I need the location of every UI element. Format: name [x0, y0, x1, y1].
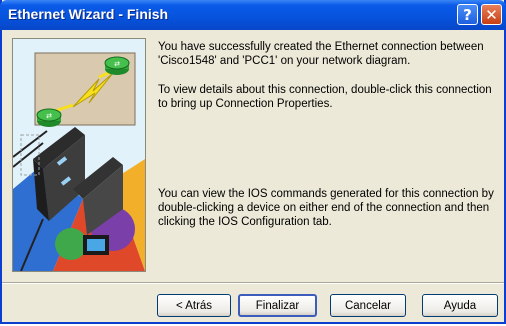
ios-commands-hint: You can view the IOS commands generated …	[158, 188, 494, 228]
back-button[interactable]: < Atrás	[157, 294, 231, 317]
network-illustration: ⇄ ⇄	[13, 39, 145, 271]
cancel-button[interactable]: Cancelar	[330, 294, 406, 317]
details-hint: To view details about this connection, d…	[158, 84, 492, 110]
button-separator	[2, 282, 504, 284]
wizard-dialog: Ethernet Wizard - Finish ? ✕ ⇄ ⇄ You hav…	[0, 0, 506, 324]
success-message: You have successfully created the Ethern…	[158, 41, 484, 67]
help-button[interactable]: Ayuda	[422, 294, 498, 317]
svg-text:⇄: ⇄	[46, 112, 52, 120]
help-icon[interactable]: ?	[457, 4, 478, 25]
close-icon[interactable]: ✕	[481, 4, 502, 25]
window-title: Ethernet Wizard - Finish	[8, 6, 169, 22]
router-icon: ⇄	[104, 56, 130, 75]
title-bar[interactable]: Ethernet Wizard - Finish ? ✕	[0, 0, 506, 30]
wizard-side-image: ⇄ ⇄	[12, 38, 146, 272]
router-icon-2: ⇄	[36, 108, 62, 127]
svg-text:⇄: ⇄	[114, 60, 120, 68]
finish-button[interactable]: Finalizar	[238, 294, 317, 317]
